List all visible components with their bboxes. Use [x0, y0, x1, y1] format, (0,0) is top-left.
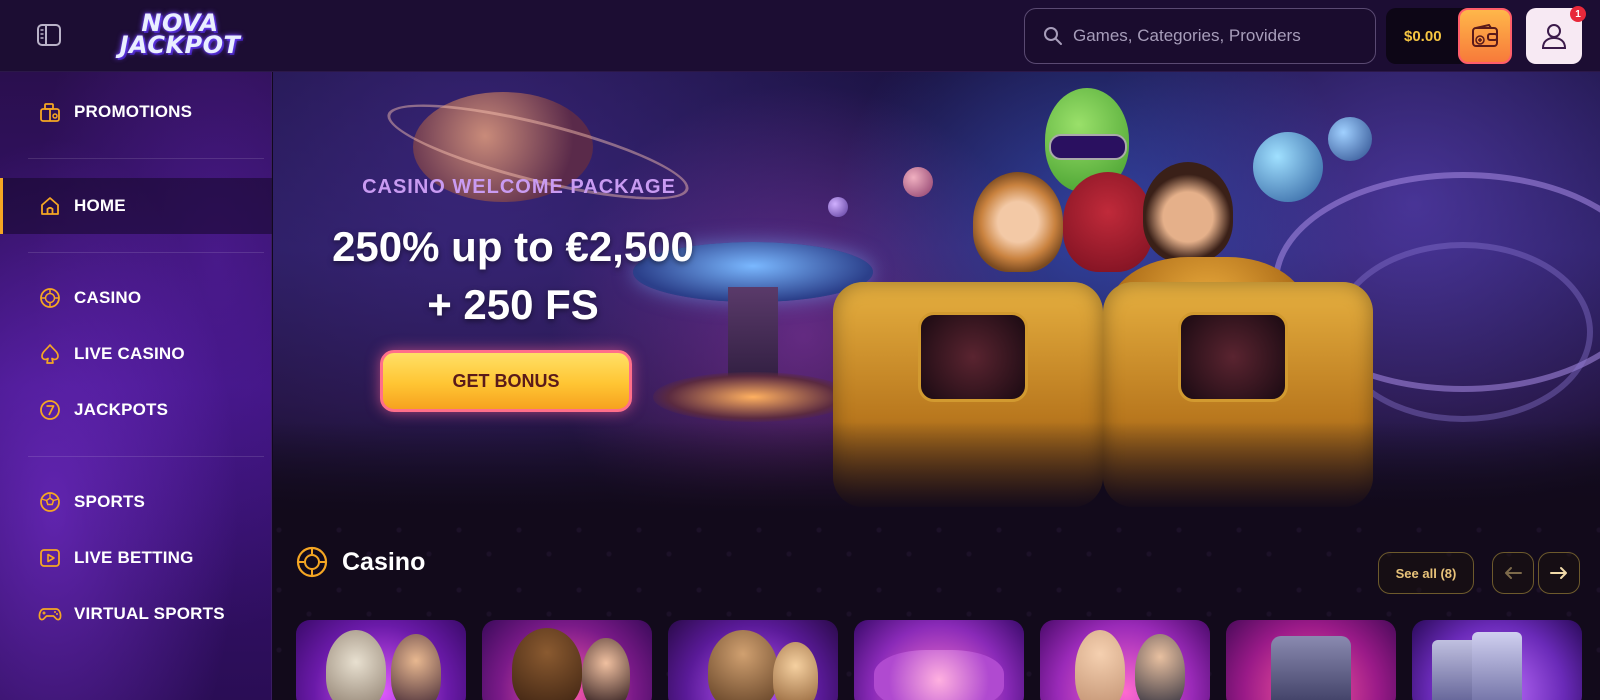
sidebar-item-casino[interactable]: CASINO [0, 270, 272, 326]
sidebar-nav: PROMOTIONS HOME CASINO LIVE CASINO JACKP… [0, 72, 272, 700]
balance-amount: $0.00 [1404, 27, 1442, 45]
sidebar-item-label: CASINO [74, 288, 142, 307]
game-card[interactable] [1412, 620, 1582, 700]
alien-jacket-illustration [1063, 172, 1153, 272]
game-thumbnail-figure [708, 630, 778, 700]
game-thumbnail-figure [1075, 630, 1125, 700]
sidebar-item-label: HOME [74, 196, 126, 215]
game-thumbnail-diamonds [874, 650, 1004, 700]
alien-glasses-illustration [1049, 134, 1127, 160]
jackpot-seven-icon [38, 398, 62, 422]
hero-fade-overlay [273, 422, 1600, 512]
sidebar-toggle-button[interactable] [36, 22, 62, 48]
sidebar-item-jackpots[interactable]: JACKPOTS [0, 382, 272, 438]
site-logo[interactable]: NOVA JACKPOT [100, 6, 260, 64]
game-card[interactable] [296, 620, 466, 700]
promo-title: 250% up to €2,500 + 250 FS [293, 218, 733, 334]
game-thumbnail-figure [773, 642, 818, 700]
game-thumbnail-card [1472, 632, 1522, 700]
sidebar-item-live-casino[interactable]: LIVE CASINO [0, 326, 272, 382]
scroll-right-button[interactable] [1538, 552, 1580, 594]
profile-button[interactable]: 1 [1526, 6, 1586, 64]
bumper-car-screen-illustration [1178, 312, 1288, 402]
woman-character-illustration [973, 172, 1063, 272]
casino-section-header: Casino [296, 546, 425, 578]
casino-chip-icon [296, 546, 328, 578]
home-icon [38, 194, 62, 218]
promo-subtitle: CASINO WELCOME PACKAGE [362, 176, 676, 198]
casino-section-title: Casino [342, 547, 426, 576]
game-thumbnail-figure [582, 638, 630, 700]
search-bar[interactable] [1024, 8, 1376, 64]
logo-line-2: JACKPOT [119, 31, 241, 59]
sidebar-item-label: SPORTS [74, 492, 146, 511]
bumper-car-screen-illustration [918, 312, 1028, 402]
sidebar-divider [28, 456, 264, 457]
game-card[interactable] [854, 620, 1024, 700]
sidebar-item-label: LIVE BETTING [74, 548, 194, 567]
get-bonus-button[interactable]: GET BONUS [380, 350, 632, 412]
small-planet-illustration [828, 197, 848, 217]
ufo-lights-illustration [653, 372, 853, 422]
wallet-icon [1472, 24, 1498, 47]
casino-chip-icon [38, 286, 62, 310]
search-icon [1044, 27, 1062, 45]
top-header: NOVA JACKPOT $0.00 1 [0, 0, 1600, 72]
play-icon [38, 546, 62, 570]
spade-icon [38, 342, 62, 366]
game-thumbnail-figure [512, 628, 582, 700]
sidebar-item-label: JACKPOTS [74, 400, 169, 419]
man-character-illustration [1143, 162, 1233, 262]
game-thumbnail-figure [326, 630, 386, 700]
sidebar-toggle-icon [37, 24, 61, 46]
sidebar-item-live-betting[interactable]: LIVE BETTING [0, 530, 272, 586]
promotions-icon [38, 100, 62, 124]
sidebar-divider [28, 252, 264, 253]
see-all-button[interactable]: See all (8) [1378, 552, 1474, 594]
sidebar-item-promotions[interactable]: PROMOTIONS [0, 84, 272, 140]
promo-title-line-2: + 250 FS [427, 281, 599, 328]
sidebar-item-virtual-sports[interactable]: VIRTUAL SPORTS [0, 586, 272, 642]
search-input[interactable] [1073, 26, 1363, 46]
promo-title-line-1: 250% up to €2,500 [332, 223, 694, 270]
hero-banner[interactable]: CASINO WELCOME PACKAGE 250% up to €2,500… [273, 72, 1600, 512]
blue-planet-illustration [1253, 132, 1323, 202]
sidebar-divider [28, 158, 264, 159]
gamepad-icon [38, 602, 62, 626]
sidebar-item-home[interactable]: HOME [0, 178, 272, 234]
arrow-left-icon [1505, 567, 1522, 579]
game-thumbnail-figure [391, 634, 441, 700]
arrow-right-icon [1550, 567, 1567, 579]
notification-badge: 1 [1570, 6, 1586, 22]
deposit-wallet-button[interactable] [1458, 8, 1512, 64]
game-thumbnail-figure [1135, 634, 1185, 700]
game-card[interactable] [1040, 620, 1210, 700]
user-icon [1541, 24, 1567, 49]
small-planet-illustration [1328, 117, 1372, 161]
sidebar-item-label: VIRTUAL SPORTS [74, 604, 225, 623]
game-card[interactable] [668, 620, 838, 700]
game-card[interactable] [1226, 620, 1396, 700]
game-card[interactable] [482, 620, 652, 700]
sidebar-item-label: LIVE CASINO [74, 344, 185, 363]
sidebar-item-label: PROMOTIONS [74, 102, 193, 121]
small-planet-illustration [903, 167, 933, 197]
game-thumbnail-slot-machine [1271, 636, 1351, 700]
scroll-left-button[interactable] [1492, 552, 1534, 594]
sidebar-item-sports[interactable]: SPORTS [0, 474, 272, 530]
soccer-ball-icon [38, 490, 62, 514]
